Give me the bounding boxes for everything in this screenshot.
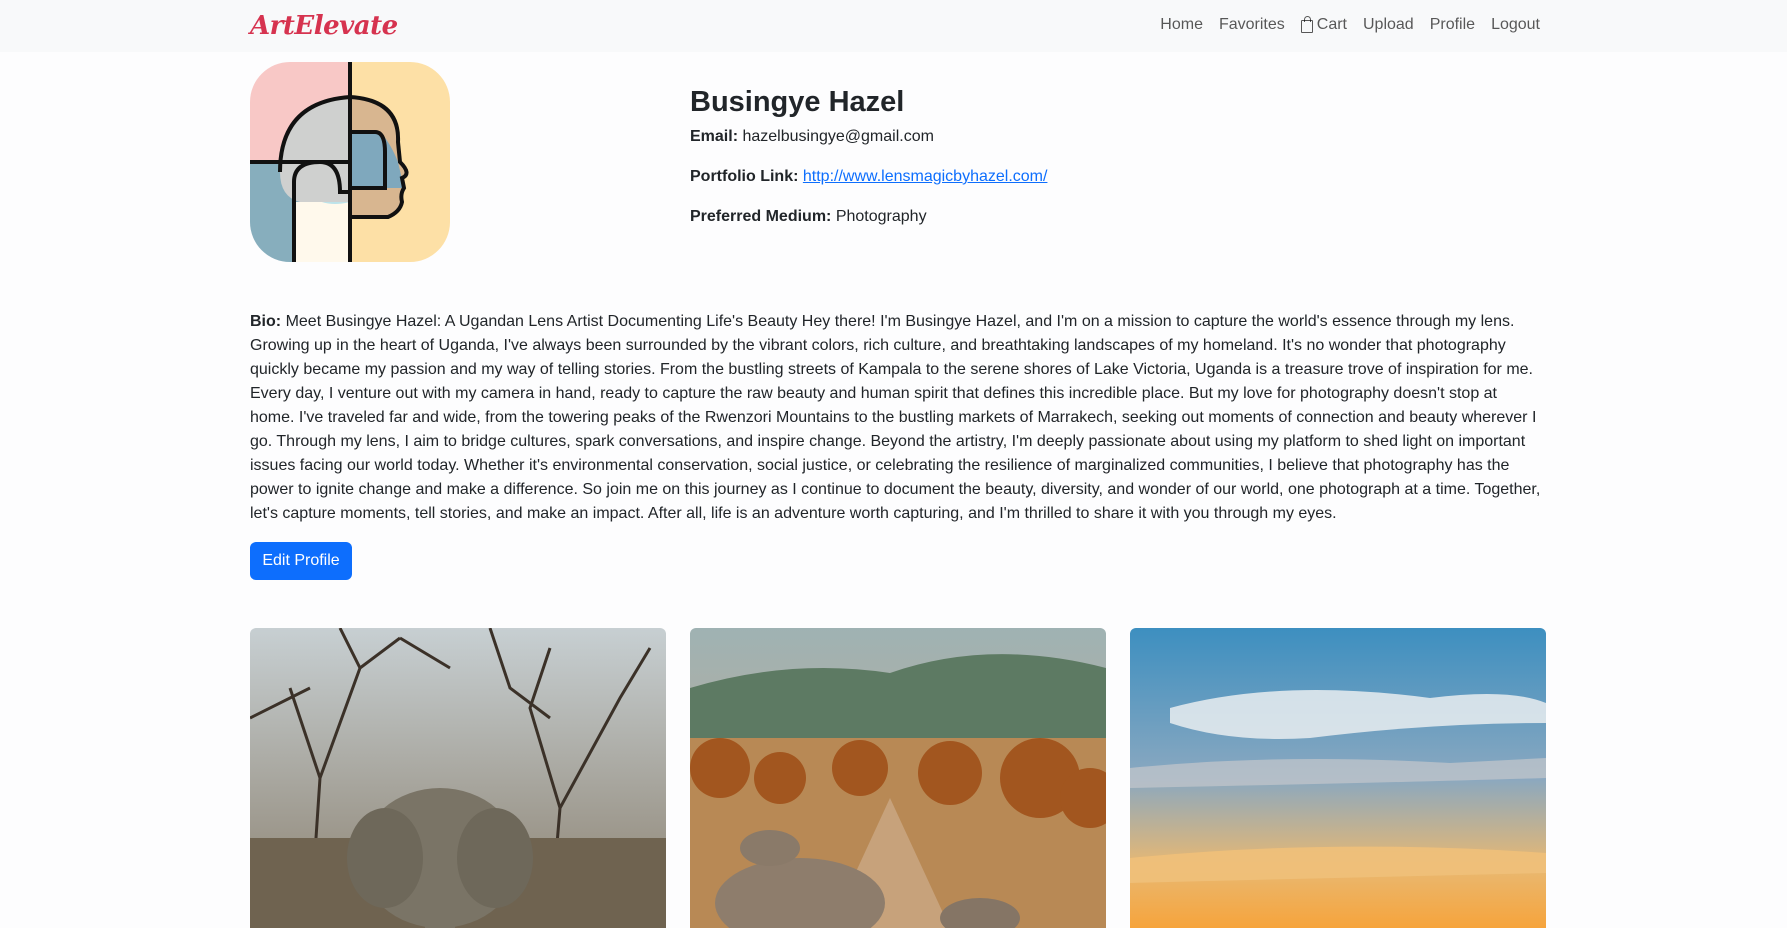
medium-value: Photography bbox=[835, 208, 927, 225]
bio-text: Meet Busingye Hazel: A Ugandan Lens Arti… bbox=[250, 313, 1541, 522]
portfolio-link[interactable]: http://www.lensmagicbyhazel.com/ bbox=[803, 168, 1048, 185]
artwork-card-rhino[interactable] bbox=[690, 628, 1106, 928]
rhino-savanna-photo bbox=[690, 628, 1106, 928]
email-value: hazelbusingye@gmail.com bbox=[742, 128, 934, 145]
nav-cart[interactable]: Cart bbox=[1300, 15, 1347, 34]
profile-bio: Bio: Meet Busingye Hazel: A Ugandan Lens… bbox=[250, 310, 1545, 526]
nav-favorites[interactable]: Favorites bbox=[1219, 16, 1285, 34]
nav-cart-label: Cart bbox=[1316, 16, 1347, 33]
portfolio-row: Portfolio Link: http://www.lensmagicbyha… bbox=[690, 168, 1047, 186]
portfolio-label: Portfolio Link: bbox=[690, 168, 799, 185]
nav-logout[interactable]: Logout bbox=[1491, 16, 1540, 34]
elephant-photo bbox=[250, 628, 666, 928]
brand-logo[interactable]: ArtElevate bbox=[250, 11, 398, 41]
medium-label: Preferred Medium: bbox=[690, 208, 832, 225]
nav-links: Home Favorites Cart Upload Profile Logou… bbox=[1160, 15, 1540, 34]
profile-avatar bbox=[250, 62, 450, 262]
nav-upload[interactable]: Upload bbox=[1363, 16, 1414, 34]
profile-name: Busingye Hazel bbox=[690, 86, 905, 118]
email-row: Email: hazelbusingye@gmail.com bbox=[690, 128, 1047, 146]
medium-row: Preferred Medium: Photography bbox=[690, 208, 1047, 226]
artwork-card-elephant[interactable] bbox=[250, 628, 666, 928]
edit-profile-button[interactable]: Edit Profile bbox=[250, 542, 352, 580]
email-label: Email: bbox=[690, 128, 739, 145]
artwork-gallery bbox=[250, 628, 1546, 928]
bio-label: Bio: bbox=[250, 313, 282, 330]
nav-profile[interactable]: Profile bbox=[1430, 16, 1475, 34]
artwork-card-sunset[interactable] bbox=[1130, 628, 1546, 928]
nav-home[interactable]: Home bbox=[1160, 16, 1203, 34]
sunset-sky-photo bbox=[1130, 628, 1546, 928]
profile-info: Busingye Hazel Email: hazelbusingye@gmai… bbox=[690, 86, 1047, 248]
navbar: ArtElevate Home Favorites Cart Upload Pr… bbox=[0, 0, 1787, 52]
cart-icon bbox=[1300, 15, 1313, 33]
